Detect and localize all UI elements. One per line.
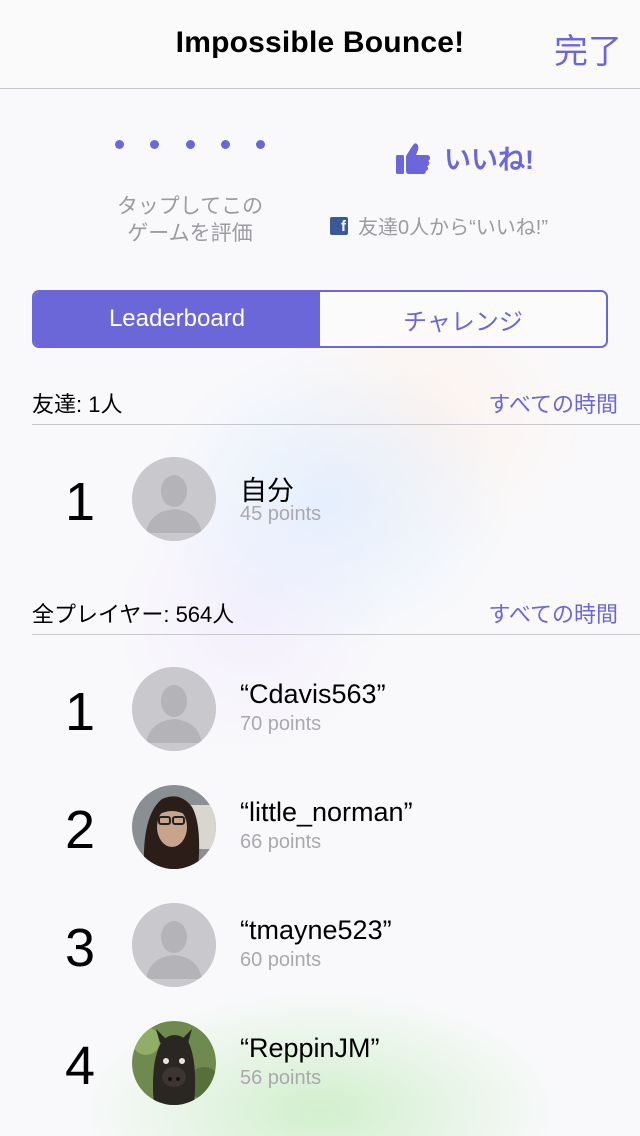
rank-number: 1 <box>64 472 96 532</box>
rate-game-text: タップしてこの ゲームを評価 <box>90 193 290 247</box>
friends-count-label: 友達: 1人 <box>32 392 123 417</box>
player-points: 70 points <box>240 713 322 735</box>
avatar <box>132 903 216 987</box>
done-button[interactable]: 完了 <box>554 24 622 73</box>
player-name: “ReppinJM” <box>240 1033 380 1063</box>
friends-section-header: 友達: 1人 すべての時間 <box>32 381 640 425</box>
player-points: 60 points <box>240 949 322 971</box>
segmented-control: Leaderboard チャレンジ <box>32 290 608 348</box>
rate-text-line2: ゲームを評価 <box>127 222 253 245</box>
rating-dot[interactable] <box>115 140 124 149</box>
default-avatar-icon <box>132 667 216 751</box>
leaderboard-row[interactable]: 1 自分 45 points <box>0 457 640 567</box>
default-avatar-icon <box>132 457 216 541</box>
player-name: “Cdavis563” <box>240 679 386 709</box>
page-title: Impossible Bounce! <box>175 26 465 59</box>
tab-leaderboard[interactable]: Leaderboard <box>34 292 320 346</box>
rating-dot[interactable] <box>220 140 230 149</box>
facebook-likes-text: 友達0人から“いいね!” <box>358 217 548 239</box>
avatar <box>132 1021 216 1105</box>
player-points: 56 points <box>240 1067 322 1089</box>
all-players-time-filter[interactable]: すべての時間 <box>488 597 618 629</box>
like-button[interactable]: いいね! <box>330 138 600 177</box>
player-points: 66 points <box>240 831 322 853</box>
rating-dot[interactable] <box>150 140 160 149</box>
avatar <box>132 785 216 869</box>
rating-dots[interactable] <box>115 140 265 149</box>
leaderboard-row[interactable]: 2 “little_norman” 66 points <box>0 785 640 895</box>
navigation-bar: Impossible Bounce! 完了 <box>0 0 640 89</box>
leaderboard-row[interactable]: 3 “tmayne523” 60 points <box>0 903 640 1013</box>
player-name: “tmayne523” <box>240 915 392 945</box>
all-players-count-label: 全プレイヤー: 564人 <box>32 602 235 627</box>
thumbs-up-icon <box>396 142 430 174</box>
like-control[interactable]: いいね! f 友達0人から“いいね!” <box>330 138 600 240</box>
default-avatar-icon <box>132 903 216 987</box>
tab-challenge[interactable]: チャレンジ <box>320 292 606 346</box>
player-points: 45 points <box>240 503 322 525</box>
rate-game-control[interactable]: タップしてこの ゲームを評価 <box>90 140 290 247</box>
like-label: いいね! <box>444 145 534 175</box>
all-players-section-header: 全プレイヤー: 564人 すべての時間 <box>32 591 640 635</box>
leaderboard-row[interactable]: 4 “ReppinJM” 56 points <box>0 1021 640 1131</box>
facebook-likes-row: f 友達0人から“いいね!” <box>330 211 600 240</box>
person-photo-avatar <box>132 785 216 869</box>
rank-number: 2 <box>64 800 96 860</box>
rating-dot[interactable] <box>185 140 195 149</box>
alpaca-photo-avatar <box>132 1021 216 1105</box>
player-name: “little_norman” <box>240 797 413 827</box>
rate-text-line1: タップしてこの <box>116 195 264 218</box>
rank-number: 3 <box>64 918 96 978</box>
facebook-icon: f <box>330 216 348 235</box>
leaderboard-row[interactable]: 1 “Cdavis563” 70 points <box>0 667 640 777</box>
avatar <box>132 457 216 541</box>
avatar <box>132 667 216 751</box>
rank-number: 4 <box>64 1036 96 1096</box>
rating-dot[interactable] <box>256 140 265 149</box>
friends-time-filter[interactable]: すべての時間 <box>488 387 618 419</box>
rank-number: 1 <box>64 682 96 742</box>
